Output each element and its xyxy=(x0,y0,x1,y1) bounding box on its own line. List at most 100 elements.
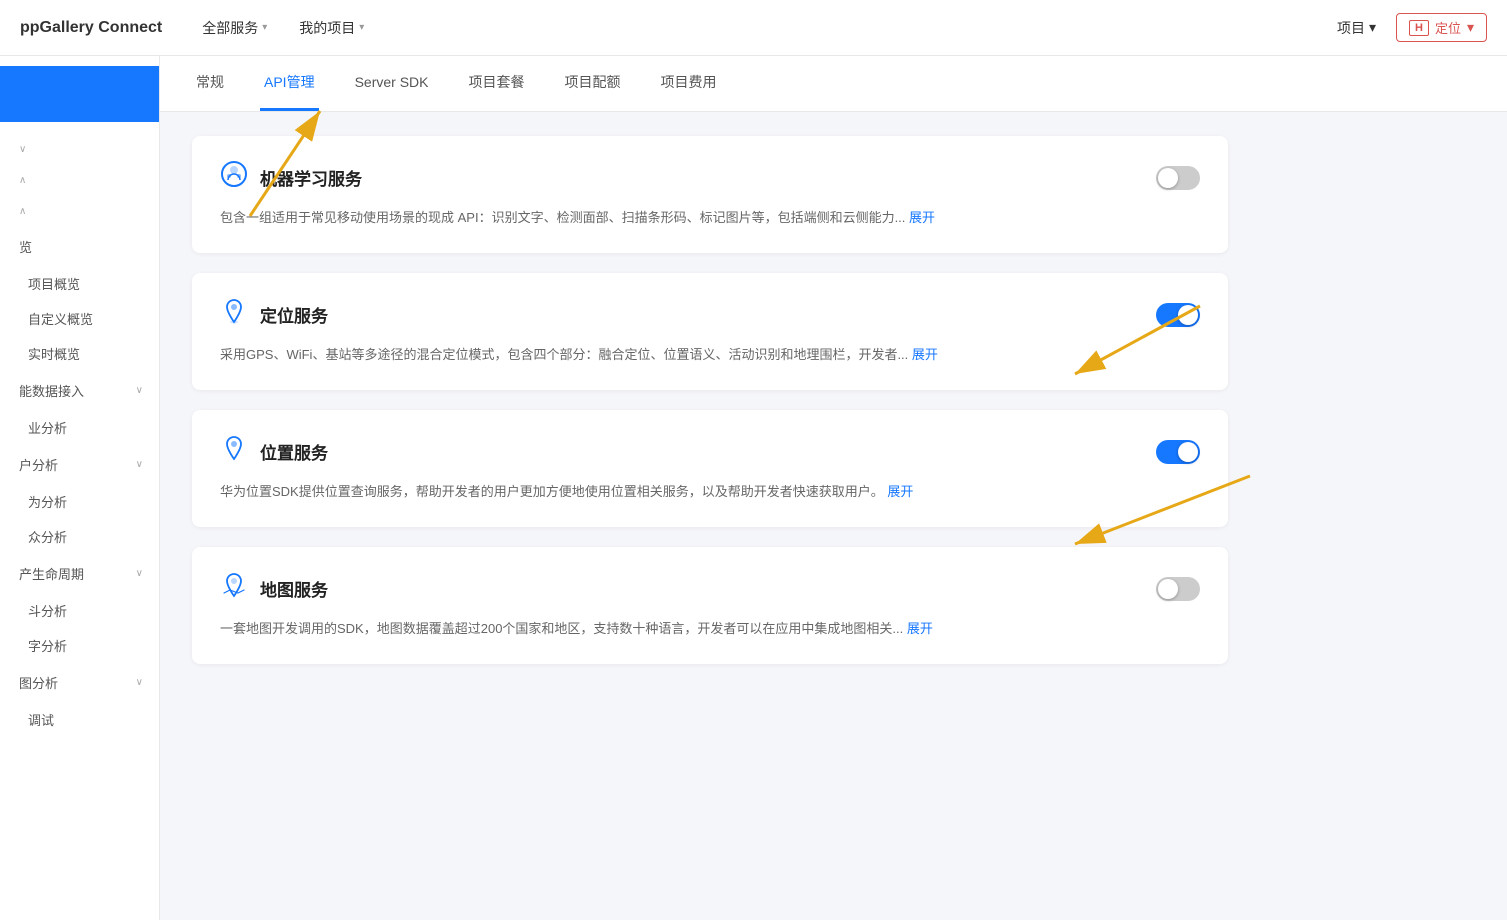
sidebar-user-analysis-chevron: ∨ xyxy=(136,459,143,470)
all-services-chevron: ▾ xyxy=(262,22,267,33)
ml-service-icon xyxy=(220,160,248,195)
sidebar-item-2[interactable]: ∧ xyxy=(0,165,159,196)
map-service-desc: 一套地图开发调用的SDK，地图数据覆盖超过200个国家和地区，支持数十种语言，开… xyxy=(220,618,1200,640)
sidebar-item-3[interactable]: ∧ xyxy=(0,196,159,227)
sidebar-data-import-chevron: ∨ xyxy=(136,385,143,396)
sidebar-project-overview-label: 项目概览 xyxy=(28,277,80,292)
map-toggle[interactable] xyxy=(1156,577,1200,601)
map-service-icon xyxy=(220,571,248,606)
position-toggle[interactable] xyxy=(1156,440,1200,464)
service-header-ml: 机器学习服务 xyxy=(220,160,1200,195)
ml-service-title: 机器学习服务 xyxy=(260,165,362,190)
service-header-location: 定位服务 xyxy=(220,297,1200,332)
sidebar-item-realtime-overview[interactable]: 实时概览 xyxy=(0,336,159,371)
sidebar-overview-label: 览 xyxy=(19,237,32,256)
sidebar-item-business-analysis[interactable]: 业分析 xyxy=(0,410,159,445)
service-card-location: 定位服务 采用GPS、WiFi、基站等多途径的混合定位模式，包含四个部分：融合定… xyxy=(192,273,1228,390)
sidebar-behavior-label: 为分析 xyxy=(28,495,67,510)
sidebar-crowd-label: 众分析 xyxy=(28,530,67,545)
main-layout: ∨ ∧ ∧ 览 项目概览 自定义概览 实时概览 能数据接入 ∨ 业分析 户分析 … xyxy=(0,56,1507,920)
my-projects-chevron: ▾ xyxy=(359,22,364,33)
all-services-nav[interactable]: 全部服务 ▾ xyxy=(202,18,267,38)
sidebar-realtime-overview-label: 实时概览 xyxy=(28,347,80,362)
position-service-title: 位置服务 xyxy=(260,439,328,464)
location-expand-link[interactable]: 展开 xyxy=(912,347,938,362)
ml-toggle[interactable] xyxy=(1156,166,1200,190)
my-projects-nav[interactable]: 我的项目 ▾ xyxy=(299,18,364,38)
service-title-row-ml: 机器学习服务 xyxy=(220,160,362,195)
my-projects-label: 我的项目 xyxy=(299,18,355,38)
tab-general[interactable]: 常规 xyxy=(192,56,228,111)
sidebar-item-user-analysis[interactable]: 户分析 ∨ xyxy=(0,445,159,484)
location-service-title: 定位服务 xyxy=(260,302,328,327)
map-toggle-thumb xyxy=(1158,579,1178,599)
tab-bar: 常规 API管理 Server SDK 项目套餐 项目配额 项目费用 xyxy=(160,56,1507,112)
sidebar-chevron-2: ∧ xyxy=(19,175,26,186)
sidebar: ∨ ∧ ∧ 览 项目概览 自定义概览 实时概览 能数据接入 ∨ 业分析 户分析 … xyxy=(0,56,160,920)
project-label: 项目 xyxy=(1337,18,1365,38)
sidebar-item-data-import[interactable]: 能数据接入 ∨ xyxy=(0,371,159,410)
tab-api-management[interactable]: API管理 xyxy=(260,56,319,111)
sidebar-item-character-analysis[interactable]: 字分析 xyxy=(0,628,159,663)
tab-project-package[interactable]: 项目套餐 xyxy=(465,56,529,111)
map-expand-link[interactable]: 展开 xyxy=(907,621,933,636)
service-title-row-position: 位置服务 xyxy=(220,434,328,469)
sidebar-custom-overview-label: 自定义概览 xyxy=(28,312,93,327)
sidebar-lifecycle-label: 产生命周期 xyxy=(19,564,84,583)
sidebar-item-overview[interactable]: 览 xyxy=(0,227,159,266)
service-card-ml: 机器学习服务 包含一组适用于常见移动使用场景的现成 API：识别文字、检测面部、… xyxy=(192,136,1228,253)
ml-service-desc: 包含一组适用于常见移动使用场景的现成 API：识别文字、检测面部、扫描条形码、标… xyxy=(220,207,1200,229)
location-service-desc: 采用GPS、WiFi、基站等多途径的混合定位模式，包含四个部分：融合定位、位置语… xyxy=(220,344,1200,366)
service-card-position: 位置服务 华为位置SDK提供位置查询服务，帮助开发者的用户更加方便地使用位置相关… xyxy=(192,410,1228,527)
position-service-icon xyxy=(220,434,248,469)
sidebar-fight-label: 斗分析 xyxy=(28,604,67,619)
app-logo: ppGallery Connect xyxy=(20,19,162,37)
position-expand-link[interactable]: 展开 xyxy=(887,484,913,499)
sidebar-data-import-label: 能数据接入 xyxy=(19,381,84,400)
sidebar-item-crowd[interactable]: 众分析 xyxy=(0,519,159,554)
all-services-label: 全部服务 xyxy=(202,18,258,38)
sidebar-map-label: 图分析 xyxy=(19,673,58,692)
content-area: 机器学习服务 包含一组适用于常见移动使用场景的现成 API：识别文字、检测面部、… xyxy=(160,112,1260,708)
sidebar-chevron-3: ∧ xyxy=(19,206,26,217)
position-toggle-thumb xyxy=(1178,442,1198,462)
sidebar-item-map-analysis[interactable]: 图分析 ∨ xyxy=(0,663,159,702)
sidebar-user-analysis-label: 户分析 xyxy=(19,455,58,474)
location-toggle-thumb xyxy=(1178,305,1198,325)
map-service-title: 地图服务 xyxy=(260,576,328,601)
project-button[interactable]: 项目 ▾ xyxy=(1337,18,1376,38)
project-chevron-icon: ▾ xyxy=(1369,19,1376,36)
sidebar-map-chevron: ∨ xyxy=(136,677,143,688)
location-toggle[interactable] xyxy=(1156,303,1200,327)
tab-project-cost[interactable]: 项目费用 xyxy=(657,56,721,111)
location-button[interactable]: H 定位 ▾ xyxy=(1396,13,1487,42)
service-header-map: 地图服务 xyxy=(220,571,1200,606)
sidebar-item-1[interactable]: ∨ xyxy=(0,134,159,165)
sidebar-lifecycle-chevron: ∨ xyxy=(136,568,143,579)
sidebar-chevron-1: ∨ xyxy=(19,144,26,155)
top-navigation: ppGallery Connect 全部服务 ▾ 我的项目 ▾ 项目 ▾ H 定… xyxy=(0,0,1507,56)
right-actions: 项目 ▾ H 定位 ▾ xyxy=(1337,13,1487,42)
sidebar-item-project-overview[interactable]: 项目概览 xyxy=(0,266,159,301)
location-service-icon xyxy=(220,297,248,332)
main-content: 常规 API管理 Server SDK 项目套餐 项目配额 项目费用 xyxy=(160,56,1507,920)
sidebar-item-fight-analysis[interactable]: 斗分析 xyxy=(0,593,159,628)
service-title-row-map: 地图服务 xyxy=(220,571,328,606)
service-card-map: 地图服务 一套地图开发调用的SDK，地图数据覆盖超过200个国家和地区，支持数十… xyxy=(192,547,1228,664)
sidebar-item-lifecycle[interactable]: 产生命周期 ∨ xyxy=(0,554,159,593)
sidebar-item-debug[interactable]: 调试 xyxy=(0,702,159,737)
position-service-desc: 华为位置SDK提供位置查询服务，帮助开发者的用户更加方便地使用位置相关服务，以及… xyxy=(220,481,1200,503)
nav-items: 全部服务 ▾ 我的项目 ▾ xyxy=(202,18,1337,38)
sidebar-item-custom-overview[interactable]: 自定义概览 xyxy=(0,301,159,336)
service-title-row-location: 定位服务 xyxy=(220,297,328,332)
sidebar-top-blue-block xyxy=(0,66,159,122)
tab-server-sdk[interactable]: Server SDK xyxy=(351,58,433,109)
tab-project-quota[interactable]: 项目配额 xyxy=(561,56,625,111)
location-badge: H xyxy=(1409,20,1429,36)
location-label: 定位 xyxy=(1435,18,1461,37)
ml-expand-link[interactable]: 展开 xyxy=(909,210,935,225)
location-chevron-icon: ▾ xyxy=(1467,19,1474,36)
service-header-position: 位置服务 xyxy=(220,434,1200,469)
sidebar-item-behavior[interactable]: 为分析 xyxy=(0,484,159,519)
sidebar-character-label: 字分析 xyxy=(28,639,67,654)
